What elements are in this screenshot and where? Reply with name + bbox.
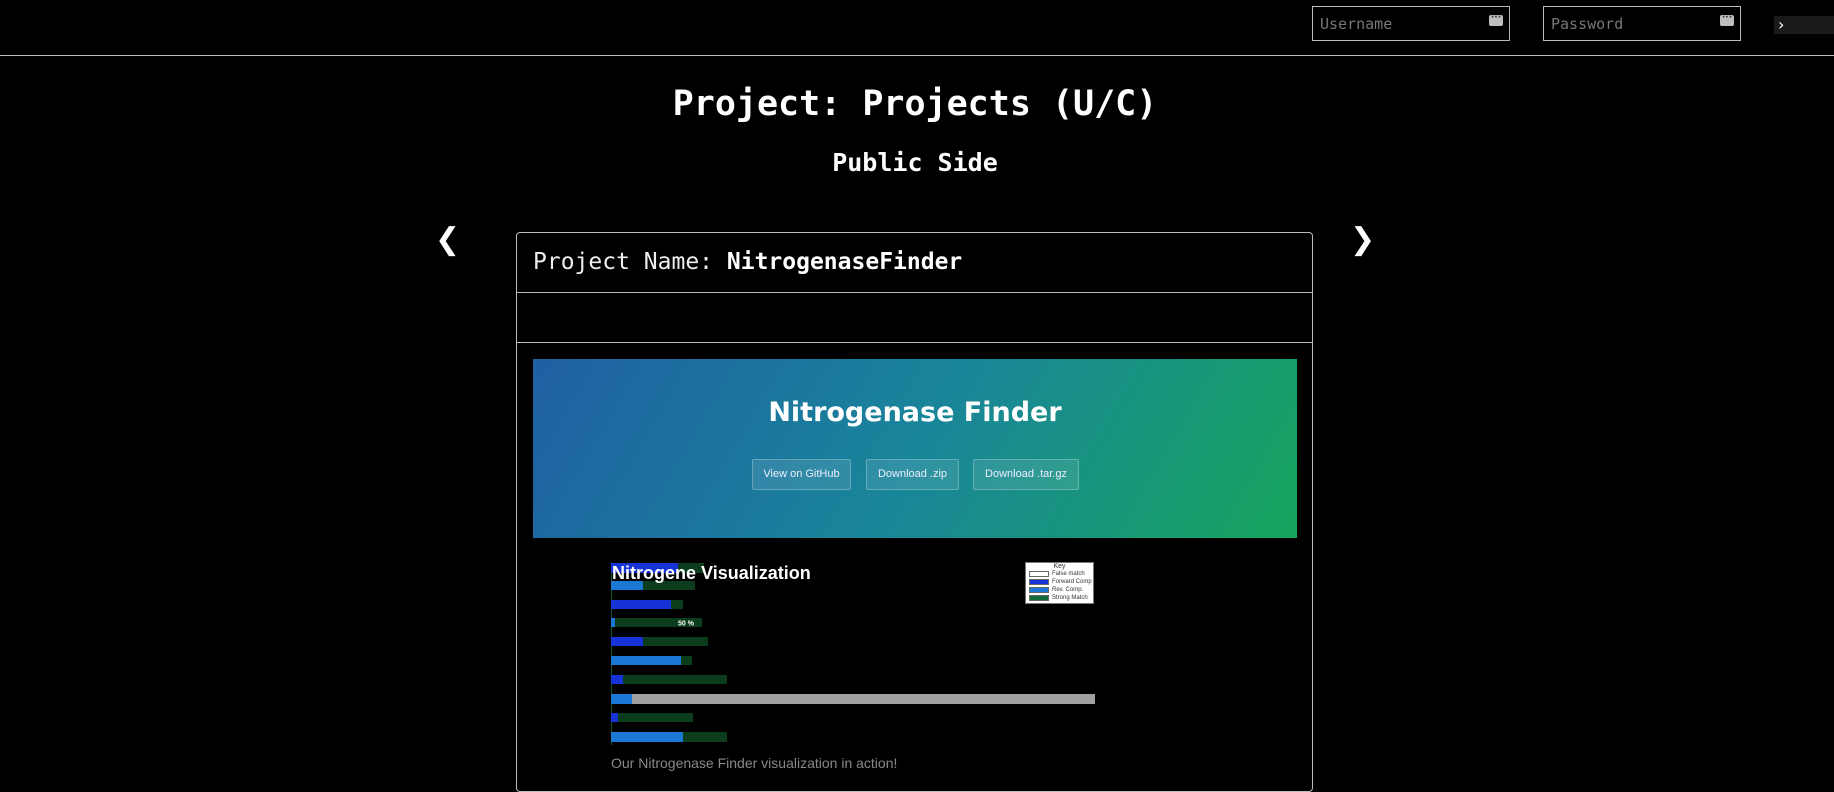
bar-row-4-match	[643, 637, 708, 646]
bar-row-8-match	[618, 713, 693, 722]
key-title: Key	[1053, 563, 1066, 570]
project-description-row	[517, 293, 1312, 343]
page-title: Project: Projects (U/C)	[672, 84, 1158, 124]
login-submit-button[interactable]: ›	[1774, 16, 1834, 34]
key-item-label: False match	[1052, 571, 1085, 577]
bar-row-9-rev	[611, 732, 683, 742]
bar-row-9-match	[683, 732, 727, 742]
key-swatch	[1029, 595, 1049, 601]
key-item-label: Strong Match	[1052, 595, 1088, 601]
key-item: Strong Match	[1029, 595, 1088, 601]
top-bar: ··· ··· ›	[0, 0, 1834, 56]
download-zip-button[interactable]: Download .zip	[866, 459, 959, 490]
password-input[interactable]	[1543, 6, 1741, 41]
username-input[interactable]	[1312, 6, 1510, 41]
carousel-next-button[interactable]: ❯	[1350, 222, 1375, 257]
visualization-bars: 50 %	[611, 562, 1095, 745]
key-item-label: Rev. Comp.	[1052, 587, 1084, 593]
visualization-title: Nitrogene Visualization	[612, 563, 811, 583]
project-hero-banner: Nitrogenase Finder View on GitHub Downlo…	[533, 359, 1297, 538]
key-item-label: Forward Comp	[1052, 579, 1092, 585]
key-swatch	[1029, 587, 1049, 593]
bar-row-2-match	[671, 600, 683, 609]
visualization-key: Key False match Forward Comp Rev. Comp. …	[1025, 562, 1094, 604]
key-item: Forward Comp	[1029, 579, 1092, 585]
key-swatch	[1029, 579, 1049, 585]
project-name-label: Project Name:	[533, 249, 714, 275]
key-item: False match	[1029, 571, 1085, 577]
bar-row-7-rev	[611, 694, 632, 704]
key-swatch	[1029, 571, 1049, 577]
page-subtitle: Public Side	[832, 148, 998, 177]
download-targz-button[interactable]: Download .tar.gz	[973, 459, 1079, 490]
password-manager-icon[interactable]: ···	[1489, 14, 1503, 26]
bar-row-4-fwd	[611, 637, 643, 646]
visualization-screenshot: 50 % Nitrogene Visualization Key False m…	[611, 562, 1095, 745]
bar-row-5-rev	[611, 656, 681, 665]
view-on-github-button[interactable]: View on GitHub	[752, 459, 851, 490]
project-card: Project Name: NitrogenaseFinder Nitrogen…	[516, 232, 1313, 792]
bar-row-6-fwd	[611, 675, 623, 684]
bar-row-2-fwd	[611, 600, 671, 609]
carousel-prev-button[interactable]: ❮	[435, 222, 460, 257]
bar-row-5-match	[681, 656, 692, 665]
project-name-value: NitrogenaseFinder	[726, 249, 963, 275]
bar-row-6-match	[623, 675, 727, 684]
key-item: Rev. Comp.	[1029, 587, 1083, 593]
percent-label: 50 %	[678, 621, 695, 628]
bar-row-8-fwd	[611, 713, 618, 722]
bar-row-7-false	[632, 694, 1095, 704]
bar-row-3-rev	[611, 618, 615, 627]
hero-title: Nitrogenase Finder	[768, 397, 1062, 428]
password-manager-icon[interactable]: ···	[1720, 14, 1734, 26]
project-name-row: Project Name: NitrogenaseFinder	[517, 233, 1312, 293]
visualization-caption: Our Nitrogenase Finder visualization in …	[611, 755, 898, 771]
